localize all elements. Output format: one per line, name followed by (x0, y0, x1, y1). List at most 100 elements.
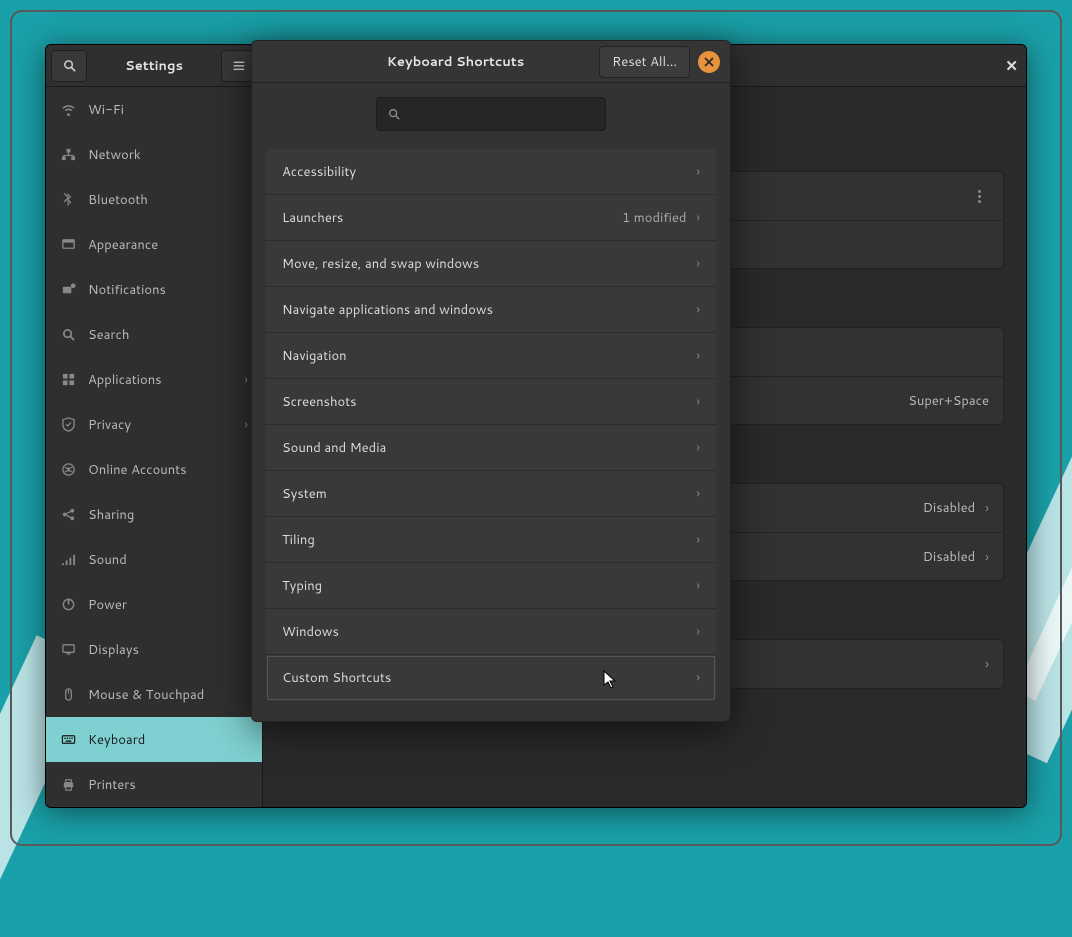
category-label: Tiling (282, 531, 315, 549)
sidebar-item-appearance[interactable]: Appearance (46, 222, 262, 267)
appearance-icon (60, 237, 76, 253)
sidebar-item-network[interactable]: Network (46, 132, 262, 177)
category-label: Move, resize, and swap windows (282, 255, 479, 273)
chevron-right-icon: › (696, 669, 700, 687)
sidebar-item-power[interactable]: Power (46, 582, 262, 627)
printers-icon (60, 777, 76, 793)
keyboard-shortcuts-dialog: Keyboard Shortcuts Reset All… Accessibil… (251, 40, 731, 722)
sidebar-item-label: Applications (88, 371, 162, 389)
sidebar-item-applications[interactable]: Applications › (46, 357, 262, 402)
online-icon (60, 462, 76, 478)
dialog-close-button[interactable] (698, 51, 720, 73)
dialog-header: Keyboard Shortcuts Reset All… (252, 41, 730, 83)
sidebar-item-privacy[interactable]: Privacy › (46, 402, 262, 447)
sidebar-item-notifications[interactable]: Notifications (46, 267, 262, 312)
sidebar-item-sharing[interactable]: Sharing (46, 492, 262, 537)
sidebar-item-label: Wi-Fi (88, 101, 124, 119)
sidebar-item-printers[interactable]: Printers (46, 762, 262, 807)
chevron-right-icon: › (696, 439, 700, 457)
search-icon (60, 327, 76, 343)
chevron-right-icon: › (696, 163, 700, 181)
category-label: Navigation (282, 347, 347, 365)
sidebar-item-label: Power (88, 596, 127, 614)
sidebar-item-label: Appearance (88, 236, 158, 254)
search-button[interactable] (51, 50, 87, 82)
dialog-title: Keyboard Shortcuts (312, 53, 599, 71)
search-field[interactable] (409, 105, 595, 123)
sidebar-item-mouse[interactable]: Mouse & Touchpad (46, 672, 262, 717)
chevron-right-icon: › (696, 623, 700, 641)
sidebar-item-displays[interactable]: Displays (46, 627, 262, 672)
sidebar-item-label: Privacy (88, 416, 131, 434)
chevron-right-icon: › (244, 371, 248, 389)
chevron-right-icon: › (696, 255, 700, 273)
chevron-right-icon: › (985, 547, 989, 567)
category-item[interactable]: Tiling › (266, 517, 716, 563)
chevron-right-icon: › (244, 416, 248, 434)
sidebar-item-label: Mouse & Touchpad (88, 686, 204, 704)
category-item[interactable]: Sound and Media › (266, 425, 716, 471)
displays-icon (60, 642, 76, 658)
kebab-icon[interactable] (969, 190, 989, 203)
app-title: Settings (92, 57, 216, 75)
chevron-right-icon: › (696, 301, 700, 319)
category-item[interactable]: Navigation › (266, 333, 716, 379)
category-label: Launchers (282, 209, 343, 227)
category-label: Typing (282, 577, 322, 595)
privacy-icon (60, 417, 76, 433)
disabled-value: Disabled (923, 548, 975, 566)
sidebar-item-label: Network (88, 146, 141, 164)
chevron-right-icon: › (696, 531, 700, 549)
category-item[interactable]: Move, resize, and swap windows › (266, 241, 716, 287)
sidebar-item-label: Notifications (88, 281, 166, 299)
wifi-icon (60, 102, 76, 118)
disabled-value: Disabled (923, 499, 975, 517)
sidebar-item-bluetooth[interactable]: Bluetooth (46, 177, 262, 222)
sound-icon (60, 552, 76, 568)
sidebar-item-label: Sharing (88, 506, 134, 524)
chevron-right-icon: › (985, 498, 989, 518)
sidebar-item-wifi[interactable]: Wi-Fi (46, 87, 262, 132)
sidebar-item-label: Keyboard (88, 731, 145, 749)
category-item[interactable]: Launchers 1 modified › (266, 195, 716, 241)
category-label: Screenshots (282, 393, 357, 411)
shortcut-category-list: Accessibility›Launchers1 modified›Move, … (266, 149, 716, 701)
sidebar-item-sound[interactable]: Sound (46, 537, 262, 582)
sidebar-item-online[interactable]: Online Accounts (46, 447, 262, 492)
mouse-icon (60, 687, 76, 703)
window-close-button[interactable]: ✕ (1005, 55, 1018, 76)
chevron-right-icon: › (985, 654, 989, 674)
category-item[interactable]: Custom Shortcuts › (266, 655, 716, 701)
notifications-icon (60, 282, 76, 298)
category-label: Accessibility (282, 163, 356, 181)
sidebar-item-label: Bluetooth (88, 191, 148, 209)
category-label: Sound and Media (282, 439, 386, 457)
sidebar: Wi-Fi Network Bluetooth Appearance Notificat… (46, 87, 263, 807)
shortcut-search-input[interactable] (376, 97, 606, 131)
sidebar-item-label: Displays (88, 641, 139, 659)
sidebar-item-keyboard[interactable]: Keyboard (46, 717, 262, 762)
shortcut-value: Super+Space (908, 392, 989, 410)
category-label: Windows (282, 623, 339, 641)
sidebar-item-label: Printers (88, 776, 136, 794)
category-item[interactable]: Accessibility › (266, 149, 716, 195)
chevron-right-icon: › (696, 393, 700, 411)
category-label: System (282, 485, 327, 503)
applications-icon (60, 372, 76, 388)
bluetooth-icon (60, 192, 76, 208)
power-icon (60, 597, 76, 613)
category-item[interactable]: Typing› (266, 563, 716, 609)
chevron-right-icon: › (696, 209, 700, 227)
category-item[interactable]: Windows › (266, 609, 716, 655)
category-label: Custom Shortcuts (282, 669, 391, 687)
reset-all-button[interactable]: Reset All… (599, 46, 690, 78)
chevron-right-icon: › (696, 485, 700, 503)
sidebar-item-label: Online Accounts (88, 461, 187, 479)
keyboard-icon (60, 732, 76, 748)
category-item[interactable]: Navigate applications and windows› (266, 287, 716, 333)
category-item[interactable]: System › (266, 471, 716, 517)
modified-badge: 1 modified (622, 209, 686, 227)
sidebar-item-search[interactable]: Search (46, 312, 262, 357)
category-item[interactable]: Screenshots › (266, 379, 716, 425)
chevron-right-icon: › (696, 347, 700, 365)
